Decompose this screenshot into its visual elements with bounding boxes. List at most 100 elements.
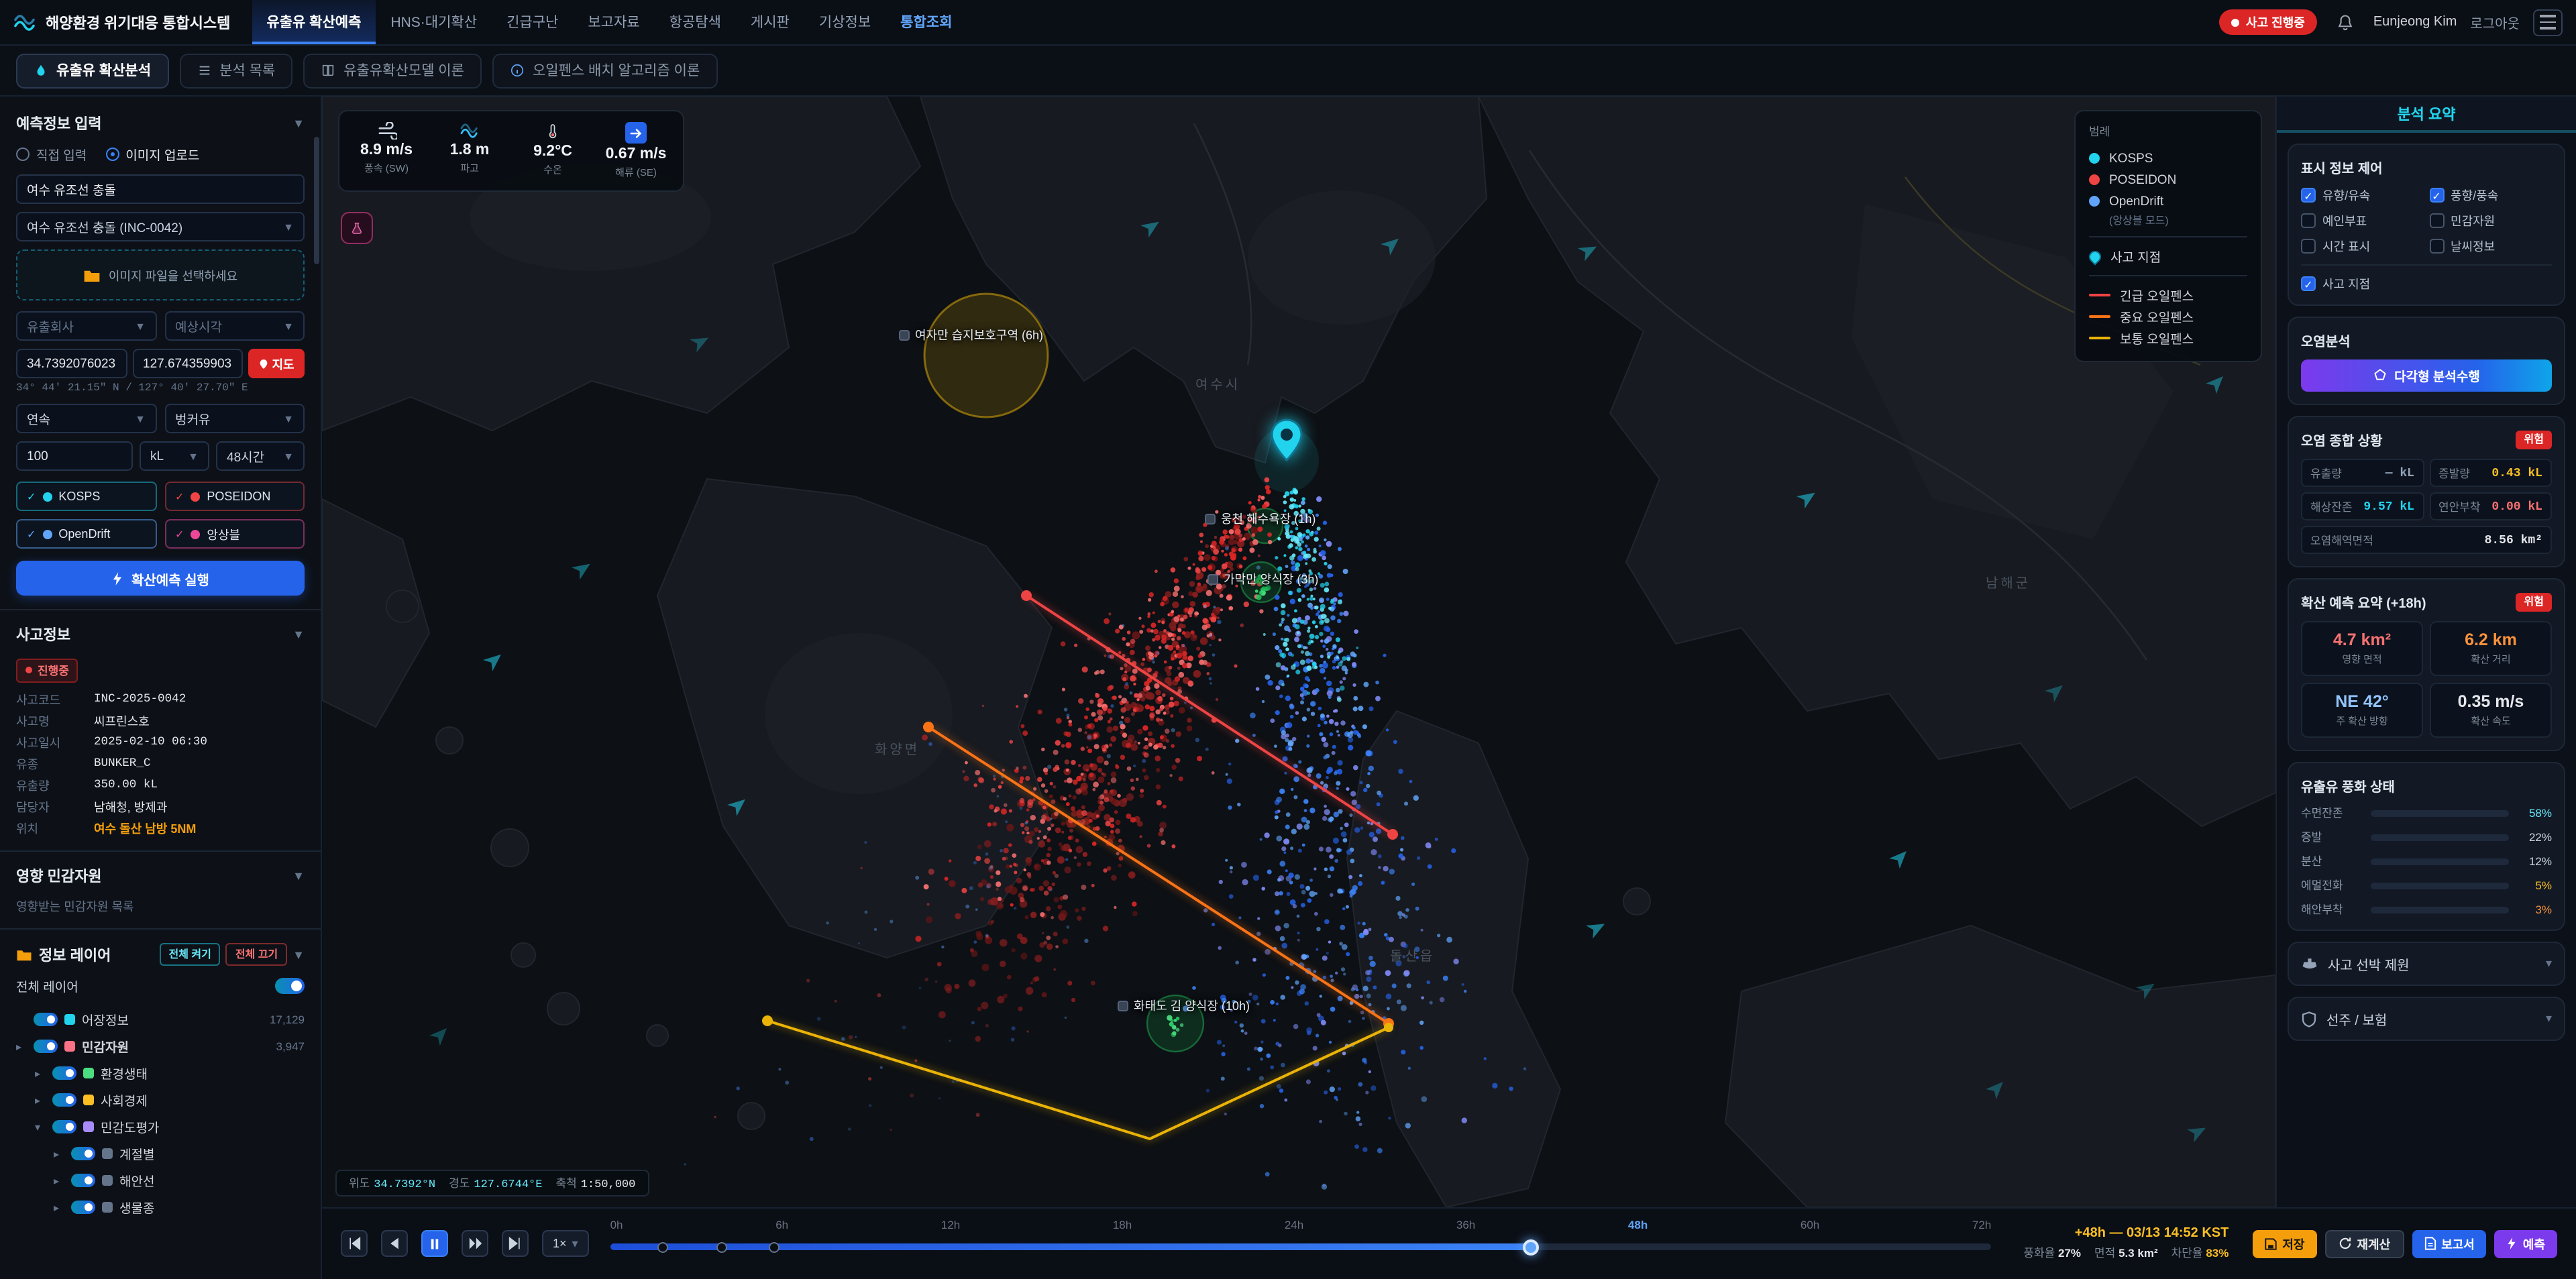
chevron-right-icon[interactable]: ▸	[35, 1095, 46, 1107]
layer-row-socioeconomic[interactable]: ▸ 사회경제	[16, 1087, 305, 1114]
model-chip-opendrift[interactable]: ✓ OpenDrift	[16, 519, 156, 549]
notification-bell-icon[interactable]	[2330, 7, 2360, 37]
tick-label[interactable]: 60h	[1801, 1218, 1819, 1231]
tick-label[interactable]: 72h	[1972, 1218, 1991, 1231]
layer-row-sensitivity-eval[interactable]: ▾ 민감도평가	[16, 1114, 305, 1141]
image-upload-dropzone[interactable]: 이미지 파일을 선택하세요	[16, 249, 305, 300]
checkbox-incident-point[interactable]: 사고 지점	[2301, 275, 2552, 292]
chevron-right-icon[interactable]: ▸	[54, 1202, 64, 1214]
tab-boom-algorithm-theory[interactable]: 오일펜스 배치 알고리즘 이론	[492, 53, 717, 88]
user-name[interactable]: Eunjeong Kim	[2373, 15, 2457, 30]
annotation-laver-farm[interactable]: 화태도 김 양식장 (10h)	[1118, 997, 1250, 1014]
predict-button[interactable]: 예측	[2495, 1230, 2557, 1258]
nav-item-hns[interactable]: HNS·대기확산	[376, 0, 492, 44]
nav-item-integrated-search[interactable]: 통합조회	[885, 0, 967, 44]
layer-toggle[interactable]	[71, 1174, 95, 1188]
nav-item-reports[interactable]: 보고자료	[573, 0, 654, 44]
sample-analysis-button[interactable]	[341, 212, 373, 244]
polygon-analysis-button[interactable]: 다각형 분석수행	[2301, 359, 2552, 392]
expected-time-select[interactable]: 예상시각 ▼	[164, 311, 305, 341]
incident-marker[interactable]	[1269, 419, 1304, 461]
tab-model-theory[interactable]: 유출유확산모델 이론	[303, 53, 482, 88]
model-chip-poseidon[interactable]: ✓ POSEIDON	[164, 482, 305, 511]
layer-toggle[interactable]	[71, 1201, 95, 1215]
chevron-down-icon[interactable]: ▾	[35, 1121, 46, 1133]
checkbox-current[interactable]: 유향/유속	[2301, 186, 2424, 204]
spill-company-select[interactable]: 유출회사 ▼	[16, 311, 156, 341]
tick-label[interactable]: 0h	[610, 1218, 623, 1231]
layer-row-fishery[interactable]: 어장정보 17,129	[16, 1007, 305, 1034]
tick-label[interactable]: 18h	[1113, 1218, 1132, 1231]
nav-item-aerial-search[interactable]: 항공탐색	[655, 0, 736, 44]
annotation-wetland[interactable]: 여자만 습지보호구역 (6h)	[899, 326, 1043, 343]
incident-select[interactable]: 여수 유조선 충돌 (INC-0042) ▼	[16, 212, 305, 241]
playback-speed-select[interactable]: 1× ▾	[542, 1231, 589, 1258]
all-layers-on-button[interactable]: 전체 켜기	[159, 944, 220, 966]
checkbox-weather-info[interactable]: 날씨정보	[2429, 237, 2552, 255]
tab-analysis-list[interactable]: 분석 목록	[179, 53, 292, 88]
save-button[interactable]: 저장	[2253, 1230, 2316, 1258]
duration-select[interactable]: 48시간 ▼	[216, 441, 305, 471]
layer-row-sensitive[interactable]: ▸ 민감자원 3,947	[16, 1034, 305, 1060]
recalculate-button[interactable]: 재계산	[2325, 1230, 2404, 1258]
master-layer-toggle[interactable]	[275, 979, 305, 995]
tick-label[interactable]: 24h	[1285, 1218, 1303, 1231]
checkbox-sensitive[interactable]: 민감자원	[2429, 212, 2552, 229]
layer-toggle[interactable]	[34, 1040, 58, 1054]
menu-icon[interactable]	[2533, 9, 2563, 36]
scenario-name-input[interactable]	[16, 174, 305, 204]
layer-toggle[interactable]	[52, 1121, 76, 1134]
event-marker[interactable]	[657, 1241, 668, 1252]
checkbox-tow-buoy[interactable]: 예인부표	[2301, 212, 2424, 229]
skip-end-button[interactable]	[502, 1231, 529, 1258]
pick-on-map-button[interactable]: 지도	[248, 349, 305, 378]
longitude-input[interactable]	[132, 349, 243, 378]
layer-row-species[interactable]: ▸ 생물종	[16, 1194, 305, 1221]
chevron-right-icon[interactable]: ▸	[16, 1041, 27, 1053]
tab-diffusion-analysis[interactable]: 유출유 확산분석	[16, 53, 168, 88]
latitude-input[interactable]	[16, 349, 127, 378]
map-container[interactable]: 8.9 m/s 풍속 (SW) 1.8 m 파고 9.2°C 수온 0.67 m…	[322, 97, 2275, 1207]
chevron-down-icon[interactable]: ▼	[292, 628, 305, 641]
annotation-beach[interactable]: 웅천 해수욕장 (1h)	[1205, 510, 1316, 527]
spill-amount-input[interactable]	[16, 441, 133, 471]
chevron-right-icon[interactable]: ▸	[54, 1175, 64, 1187]
radio-direct-input[interactable]: 직접 입력	[16, 145, 87, 164]
spill-type-select[interactable]: 연속 ▼	[16, 404, 156, 433]
all-layers-off-button[interactable]: 전체 끄기	[226, 944, 287, 966]
layer-row-eco[interactable]: ▸ 환경생태	[16, 1060, 305, 1087]
nav-item-rescue[interactable]: 긴급구난	[492, 0, 573, 44]
chevron-down-icon[interactable]: ▼	[292, 870, 305, 883]
tick-label[interactable]: 6h	[775, 1218, 788, 1231]
checkbox-time[interactable]: 시간 표시	[2301, 237, 2424, 255]
timeline-handle[interactable]	[1523, 1239, 1540, 1255]
layer-row-coastline[interactable]: ▸ 해안선	[16, 1168, 305, 1194]
timeline-track[interactable]	[610, 1243, 1992, 1250]
report-button[interactable]: 보고서	[2412, 1230, 2487, 1258]
fast-forward-button[interactable]	[462, 1231, 488, 1258]
layer-toggle[interactable]	[34, 1013, 58, 1027]
vessel-spec-card[interactable]: 사고 선박 제원 ▾	[2288, 942, 2565, 986]
tick-label[interactable]: 36h	[1456, 1218, 1475, 1231]
chevron-down-icon[interactable]: ▼	[292, 117, 305, 130]
layer-row-seasonal[interactable]: ▸ 계절별	[16, 1141, 305, 1168]
nav-item-board[interactable]: 게시판	[736, 0, 804, 44]
tick-label[interactable]: 12h	[941, 1218, 960, 1231]
timeline-track-area[interactable]: 0h 6h 12h 18h 24h 36h 48h 60h 72h	[610, 1209, 1992, 1279]
pause-button[interactable]	[421, 1231, 448, 1258]
chevron-right-icon[interactable]: ▸	[54, 1148, 64, 1160]
nav-item-spill-forecast[interactable]: 유출유 확산예측	[252, 0, 376, 44]
checkbox-wind[interactable]: 풍향/풍속	[2429, 186, 2552, 204]
layer-toggle[interactable]	[52, 1094, 76, 1107]
model-chip-kosps[interactable]: ✓ KOSPS	[16, 482, 156, 511]
oil-type-select[interactable]: 벙커유 ▼	[164, 404, 305, 433]
chevron-down-icon[interactable]: ▼	[292, 948, 305, 962]
run-prediction-button[interactable]: 확산예측 실행	[16, 561, 305, 596]
radio-image-upload[interactable]: 이미지 업로드	[105, 145, 199, 164]
annotation-farm[interactable]: 가막만 양식장 (3h)	[1208, 570, 1318, 588]
tick-label-current[interactable]: 48h	[1628, 1218, 1648, 1231]
owner-insurance-card[interactable]: 선주 / 보험 ▾	[2288, 997, 2565, 1041]
layer-toggle[interactable]	[52, 1067, 76, 1080]
skip-start-button[interactable]	[341, 1231, 368, 1258]
nav-item-weather[interactable]: 기상정보	[804, 0, 885, 44]
